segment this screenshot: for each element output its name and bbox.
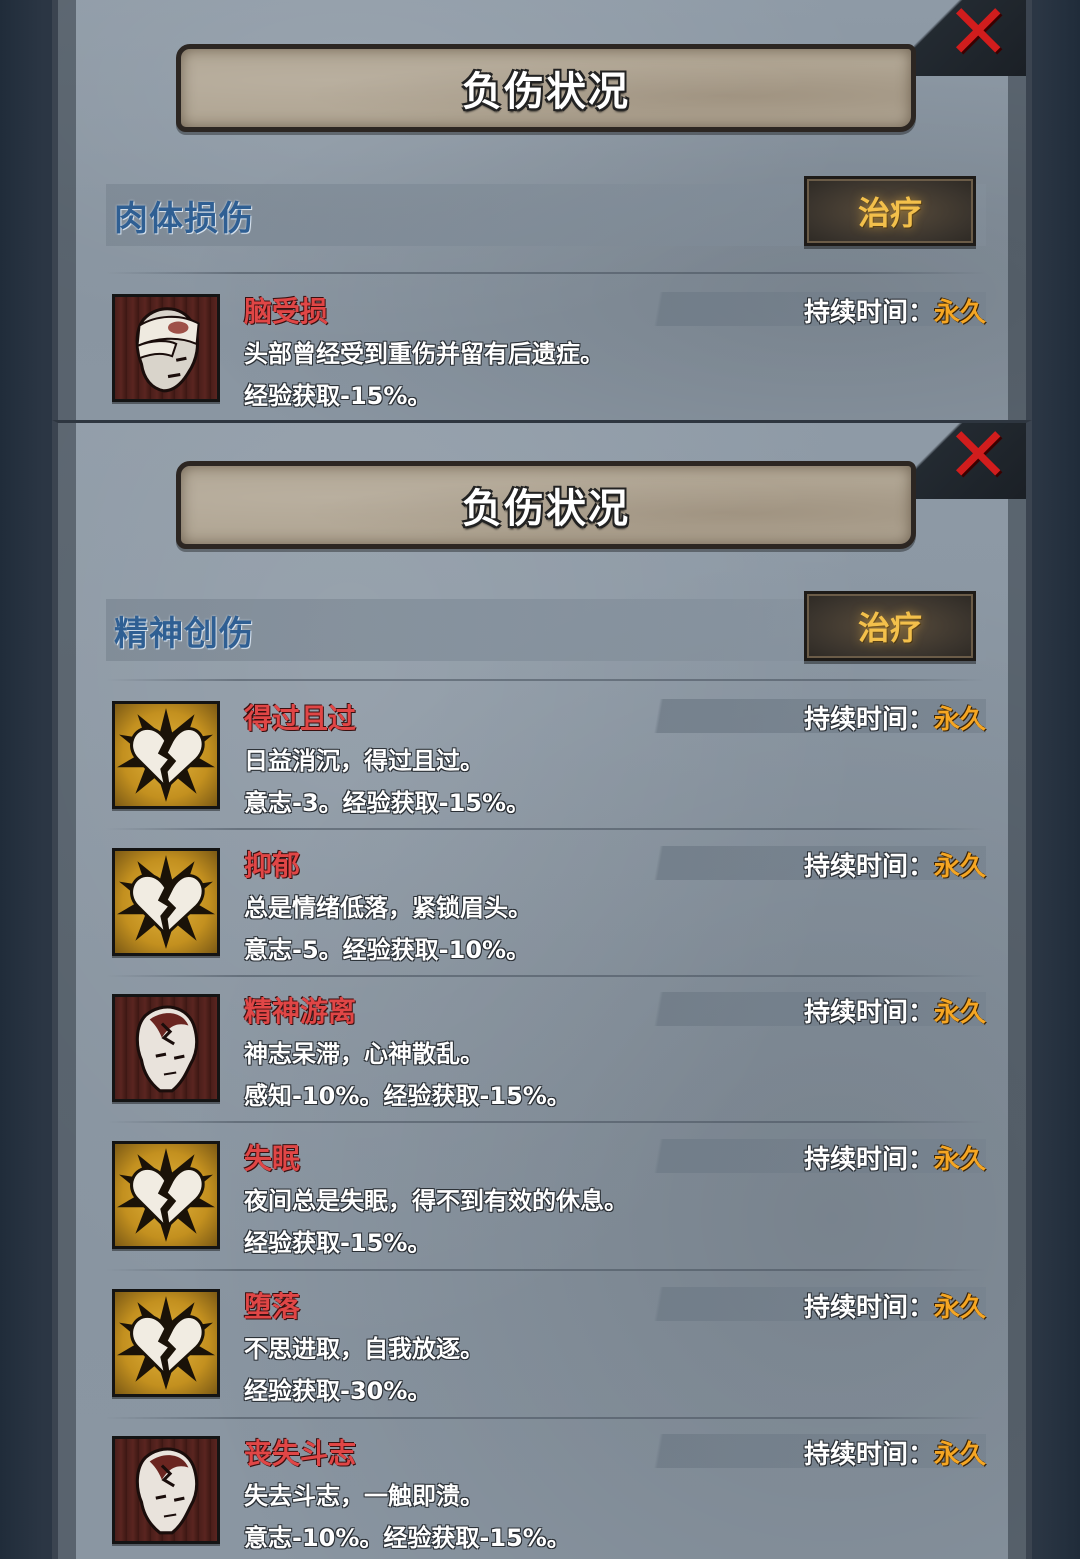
trauma-effect: 经验获取-15%。 bbox=[244, 1229, 432, 1257]
trauma-name: 得过且过 bbox=[244, 702, 357, 735]
trauma-name: 丧失斗志 bbox=[244, 1437, 357, 1470]
close-button[interactable]: ✕ bbox=[914, 0, 1026, 76]
trauma-description: 夜间总是失眠，得不到有效的休息。 bbox=[244, 1187, 628, 1215]
panel-title-plate: 负伤状况 bbox=[176, 44, 916, 132]
duration: 持续时间：永久 bbox=[804, 992, 986, 1029]
divider bbox=[106, 828, 986, 830]
divider bbox=[106, 1269, 986, 1271]
duration-value: 永久 bbox=[933, 298, 986, 328]
heal-button-label: 治疗 bbox=[857, 194, 922, 232]
cracked-mind-face-icon bbox=[112, 1436, 220, 1544]
duration: 持续时间：永久 bbox=[804, 699, 986, 736]
close-button[interactable]: ✕ bbox=[914, 420, 1026, 499]
trauma-name: 精神游离 bbox=[244, 995, 357, 1028]
injury-name: 脑受损 bbox=[244, 295, 329, 328]
divider bbox=[106, 1121, 986, 1123]
duration: 持续时间：永久 bbox=[804, 1139, 986, 1176]
trauma-name: 失眠 bbox=[244, 1142, 301, 1175]
trauma-effect: 意志-3。经验获取-15%。 bbox=[244, 789, 531, 817]
close-x-icon: ✕ bbox=[946, 420, 1010, 499]
trauma-name: 堕落 bbox=[244, 1290, 301, 1323]
trauma-entry: 失眠 持续时间：永久 夜间总是失眠，得不到有效的休息。 经验获取-15%。 bbox=[112, 1137, 986, 1277]
divider bbox=[106, 272, 986, 274]
injury-panel-physical: ✕ 负伤状况 肉体损伤 治疗 脑受损 持续时间：永久 头部曾经受到重伤并留有后遗… bbox=[52, 0, 1032, 420]
duration-label: 持续时间： bbox=[803, 1293, 934, 1323]
duration-value: 永久 bbox=[933, 1440, 986, 1470]
broken-heart-icon bbox=[112, 1141, 220, 1249]
duration-label: 持续时间： bbox=[803, 705, 934, 735]
trauma-description: 神志呆滞，心神散乱。 bbox=[244, 1040, 484, 1068]
trauma-effect: 经验获取-30%。 bbox=[244, 1377, 432, 1405]
duration-value: 永久 bbox=[933, 998, 986, 1028]
duration-label: 持续时间： bbox=[803, 852, 934, 882]
app-stage: ✕ 负伤状况 肉体损伤 治疗 脑受损 持续时间：永久 头部曾经受到重伤并留有后遗… bbox=[0, 0, 1080, 1559]
trauma-effect: 意志-5。经验获取-10%。 bbox=[244, 936, 531, 964]
duration-value: 永久 bbox=[933, 1145, 986, 1175]
panel-title: 负伤状况 bbox=[462, 69, 630, 115]
injury-entry: 脑受损 持续时间：永久 头部曾经受到重伤并留有后遗症。 经验获取-15%。 bbox=[112, 290, 986, 420]
duration: 持续时间：永久 bbox=[804, 1434, 986, 1471]
section-title: 肉体损伤 bbox=[114, 198, 254, 239]
duration-label: 持续时间： bbox=[803, 998, 934, 1028]
duration-value: 永久 bbox=[933, 705, 986, 735]
duration-label: 持续时间： bbox=[803, 1440, 934, 1470]
broken-heart-icon bbox=[112, 848, 220, 956]
duration-label: 持续时间： bbox=[803, 298, 934, 328]
trauma-description: 总是情绪低落，紧锁眉头。 bbox=[244, 894, 532, 922]
broken-heart-icon bbox=[112, 701, 220, 809]
trauma-entry: 得过且过 持续时间：永久 日益消沉，得过且过。 意志-3。经验获取-15%。 bbox=[112, 697, 986, 837]
duration-value: 永久 bbox=[933, 852, 986, 882]
trauma-effect: 感知-10%。经验获取-15%。 bbox=[244, 1082, 571, 1110]
trauma-entry: 抑郁 持续时间：永久 总是情绪低落，紧锁眉头。 意志-5。经验获取-10%。 bbox=[112, 844, 986, 984]
trauma-name: 抑郁 bbox=[244, 849, 301, 882]
trauma-entry: 堕落 持续时间：永久 不思进取，自我放逐。 经验获取-30%。 bbox=[112, 1285, 986, 1425]
trauma-description: 失去斗志，一触即溃。 bbox=[244, 1482, 484, 1510]
heal-button[interactable]: 治疗 bbox=[804, 176, 976, 246]
panel-title: 负伤状况 bbox=[462, 486, 630, 532]
divider bbox=[106, 975, 986, 977]
injury-description: 头部曾经受到重伤并留有后遗症。 bbox=[244, 340, 604, 368]
trauma-description: 不思进取，自我放逐。 bbox=[244, 1335, 484, 1363]
trauma-entry: 丧失斗志 持续时间：永久 失去斗志，一触即溃。 意志-10%。经验获取-15%。 bbox=[112, 1432, 986, 1559]
injury-panel-mental: ✕ 负伤状况 精神创伤 治疗 得过且过 持续时间：永久 日益消沉，得过且过。 意… bbox=[52, 420, 1032, 1559]
injury-effect: 经验获取-15%。 bbox=[244, 382, 432, 410]
broken-heart-icon bbox=[112, 1289, 220, 1397]
trauma-description: 日益消沉，得过且过。 bbox=[244, 747, 484, 775]
section-title: 精神创伤 bbox=[114, 613, 254, 654]
cracked-mind-face-icon bbox=[112, 994, 220, 1102]
heal-button-label: 治疗 bbox=[857, 609, 922, 647]
trauma-effect: 意志-10%。经验获取-15%。 bbox=[244, 1524, 571, 1552]
duration: 持续时间：永久 bbox=[804, 292, 986, 329]
trauma-entry: 精神游离 持续时间：永久 神志呆滞，心神散乱。 感知-10%。经验获取-15%。 bbox=[112, 990, 986, 1130]
divider bbox=[106, 1417, 986, 1419]
duration: 持续时间：永久 bbox=[804, 1287, 986, 1324]
duration: 持续时间：永久 bbox=[804, 846, 986, 883]
divider bbox=[106, 679, 986, 681]
panel-title-plate: 负伤状况 bbox=[176, 461, 916, 549]
duration-label: 持续时间： bbox=[803, 1145, 934, 1175]
heal-button[interactable]: 治疗 bbox=[804, 591, 976, 661]
close-x-icon: ✕ bbox=[946, 0, 1010, 76]
duration-value: 永久 bbox=[933, 1293, 986, 1323]
bandaged-head-icon bbox=[112, 294, 220, 402]
